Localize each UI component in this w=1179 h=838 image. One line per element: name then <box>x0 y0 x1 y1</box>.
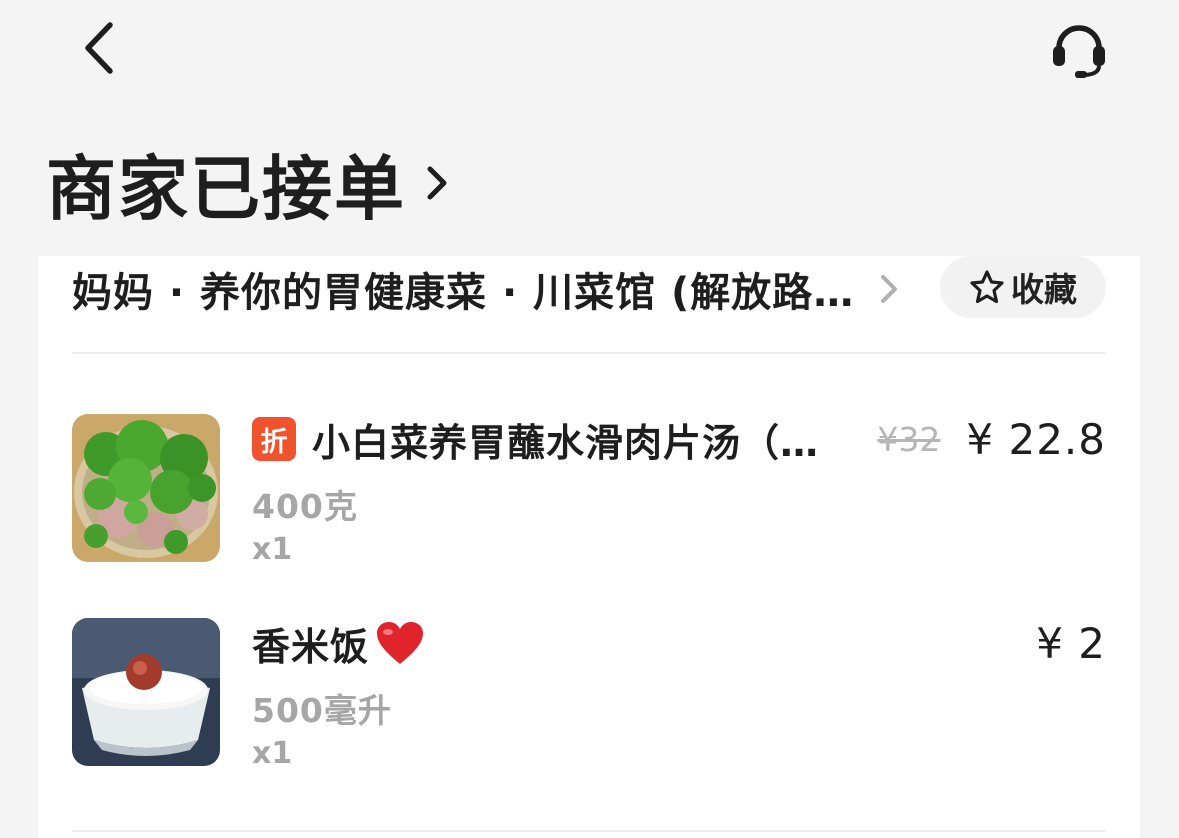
order-status-title: 商家已接单 <box>46 147 406 230</box>
order-card: 妈妈 · 养你的胃健康菜 · 川菜馆 (解放路店) 收藏 折 小白菜养胃蘸水滑肉… <box>38 256 1140 838</box>
item-name: 小白菜养胃蘸水滑肉片汤（份） <box>312 420 822 465</box>
food-thumbnail <box>72 618 220 766</box>
order-item[interactable]: 香米饭 500毫升 x1 ¥ 2 <box>72 618 1106 771</box>
headset-icon <box>1053 25 1105 78</box>
customer-service-button[interactable] <box>1046 20 1112 82</box>
item-price: ¥ 22.8 <box>966 414 1106 464</box>
top-bar <box>0 0 1179 110</box>
item-spec: 500毫升 <box>252 691 392 730</box>
item-name: 香米饭 <box>252 624 370 669</box>
divider <box>72 352 1106 354</box>
item-spec: 400克 <box>252 487 358 526</box>
red-heart-icon <box>375 618 427 668</box>
star-outline-icon <box>970 270 1004 304</box>
divider <box>72 830 1106 832</box>
item-quantity: x1 <box>252 736 293 771</box>
food-thumbnail <box>72 414 220 562</box>
shop-name[interactable]: 妈妈 · 养你的胃健康菜 · 川菜馆 (解放路店) <box>72 260 864 318</box>
discount-badge: 折 <box>252 417 296 461</box>
order-status-row[interactable]: 商家已接单 <box>46 138 456 230</box>
chevron-right-icon <box>426 163 456 203</box>
item-price: ¥ 2 <box>1036 618 1106 668</box>
item-quantity: x1 <box>252 532 293 567</box>
chevron-left-icon <box>85 22 113 74</box>
favorite-button[interactable]: 收藏 <box>940 256 1106 318</box>
chevron-right-icon <box>880 269 904 309</box>
original-price: ¥32 <box>877 419 941 459</box>
favorite-label: 收藏 <box>1011 270 1077 309</box>
order-item[interactable]: 折 小白菜养胃蘸水滑肉片汤（份） 400克 x1 ¥32 ¥ 22.8 <box>72 414 1106 567</box>
back-button[interactable] <box>70 18 126 78</box>
